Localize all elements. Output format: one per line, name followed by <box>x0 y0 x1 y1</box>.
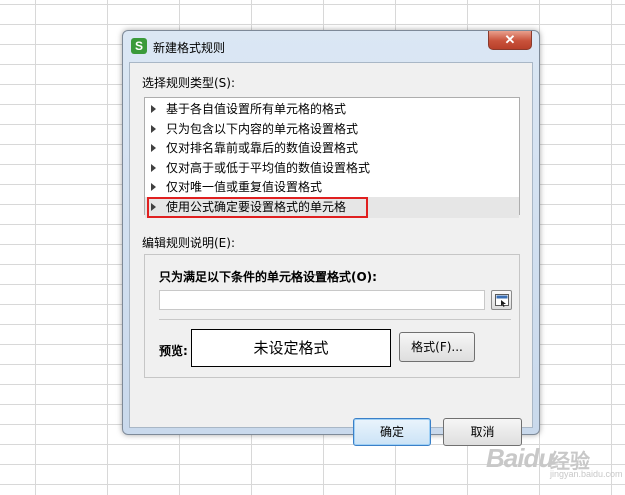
triangle-right-icon <box>151 105 156 113</box>
triangle-right-icon <box>151 124 156 133</box>
rule-type-item-contains[interactable]: 只为包含以下内容的单元格设置格式 <box>145 119 519 140</box>
dialog-title: 新建格式规则 <box>153 41 226 55</box>
rule-type-item-label: 基于各自值设置所有单元格的格式 <box>166 102 347 116</box>
range-select-icon <box>495 294 509 307</box>
select-rule-type-label: 选择规则类型(S): <box>142 76 236 90</box>
rule-type-item-above-below-average[interactable]: 仅对高于或低于平均值的数值设置格式 <box>145 158 519 179</box>
formula-input[interactable] <box>159 290 485 310</box>
rule-type-item-use-formula[interactable]: 使用公式确定要设置格式的单元格 <box>145 196 519 218</box>
rule-type-item-unique-duplicate[interactable]: 仅对唯一值或重复值设置格式 <box>145 177 519 198</box>
triangle-right-icon <box>151 183 156 191</box>
format-button[interactable]: 格式(F)... <box>399 332 475 362</box>
triangle-right-icon <box>151 144 156 152</box>
rule-type-item-label: 仅对排名靠前或靠后的数值设置格式 <box>166 141 359 155</box>
dialog-titlebar[interactable]: S 新建格式规则 ✕ <box>123 31 539 61</box>
annotation-highlight-box <box>147 196 368 218</box>
rule-type-item-label: 仅对高于或低于平均值的数值设置格式 <box>166 160 371 175</box>
range-select-button[interactable] <box>491 290 512 310</box>
baidu-jingyan-watermark: Baidu 经验 jingyan.baidu.com <box>486 437 623 481</box>
watermark-url: jingyan.baidu.com <box>550 469 623 479</box>
rule-type-item-label: 只为包含以下内容的单元格设置格式 <box>166 121 359 136</box>
panel-divider <box>159 319 511 320</box>
edit-rule-panel: 只为满足以下条件的单元格设置格式(O): 预览: 未设定格式 格式(F)... <box>144 254 520 378</box>
triangle-right-icon <box>151 163 156 172</box>
format-preview-box: 未设定格式 <box>191 329 391 367</box>
preview-label: 预览: <box>159 344 188 358</box>
dialog-client-area: 选择规则类型(S): 基于各自值设置所有单元格的格式 只为包含以下内容的单元格设… <box>129 62 533 446</box>
close-icon: ✕ <box>504 32 516 47</box>
ok-button[interactable]: 确定 <box>353 418 431 446</box>
rule-type-item-top-bottom[interactable]: 仅对排名靠前或靠后的数值设置格式 <box>145 138 519 159</box>
rule-type-item-label: 仅对唯一值或重复值设置格式 <box>166 180 323 194</box>
watermark-logo: Baidu <box>486 443 554 473</box>
condition-label: 只为满足以下条件的单元格设置格式(O): <box>159 270 377 284</box>
rule-type-item-each-value[interactable]: 基于各自值设置所有单元格的格式 <box>145 99 519 120</box>
close-button[interactable]: ✕ <box>488 31 532 50</box>
edit-rule-description-label: 编辑规则说明(E): <box>142 236 235 250</box>
rule-type-list[interactable]: 基于各自值设置所有单元格的格式 只为包含以下内容的单元格设置格式 仅对排名靠前或… <box>144 97 520 218</box>
wps-sheet-app-icon: S <box>131 38 147 54</box>
new-format-rule-dialog: S 新建格式规则 ✕ 选择规则类型(S): 基于各自值设置所有单元格的格式 只为… <box>122 30 540 446</box>
